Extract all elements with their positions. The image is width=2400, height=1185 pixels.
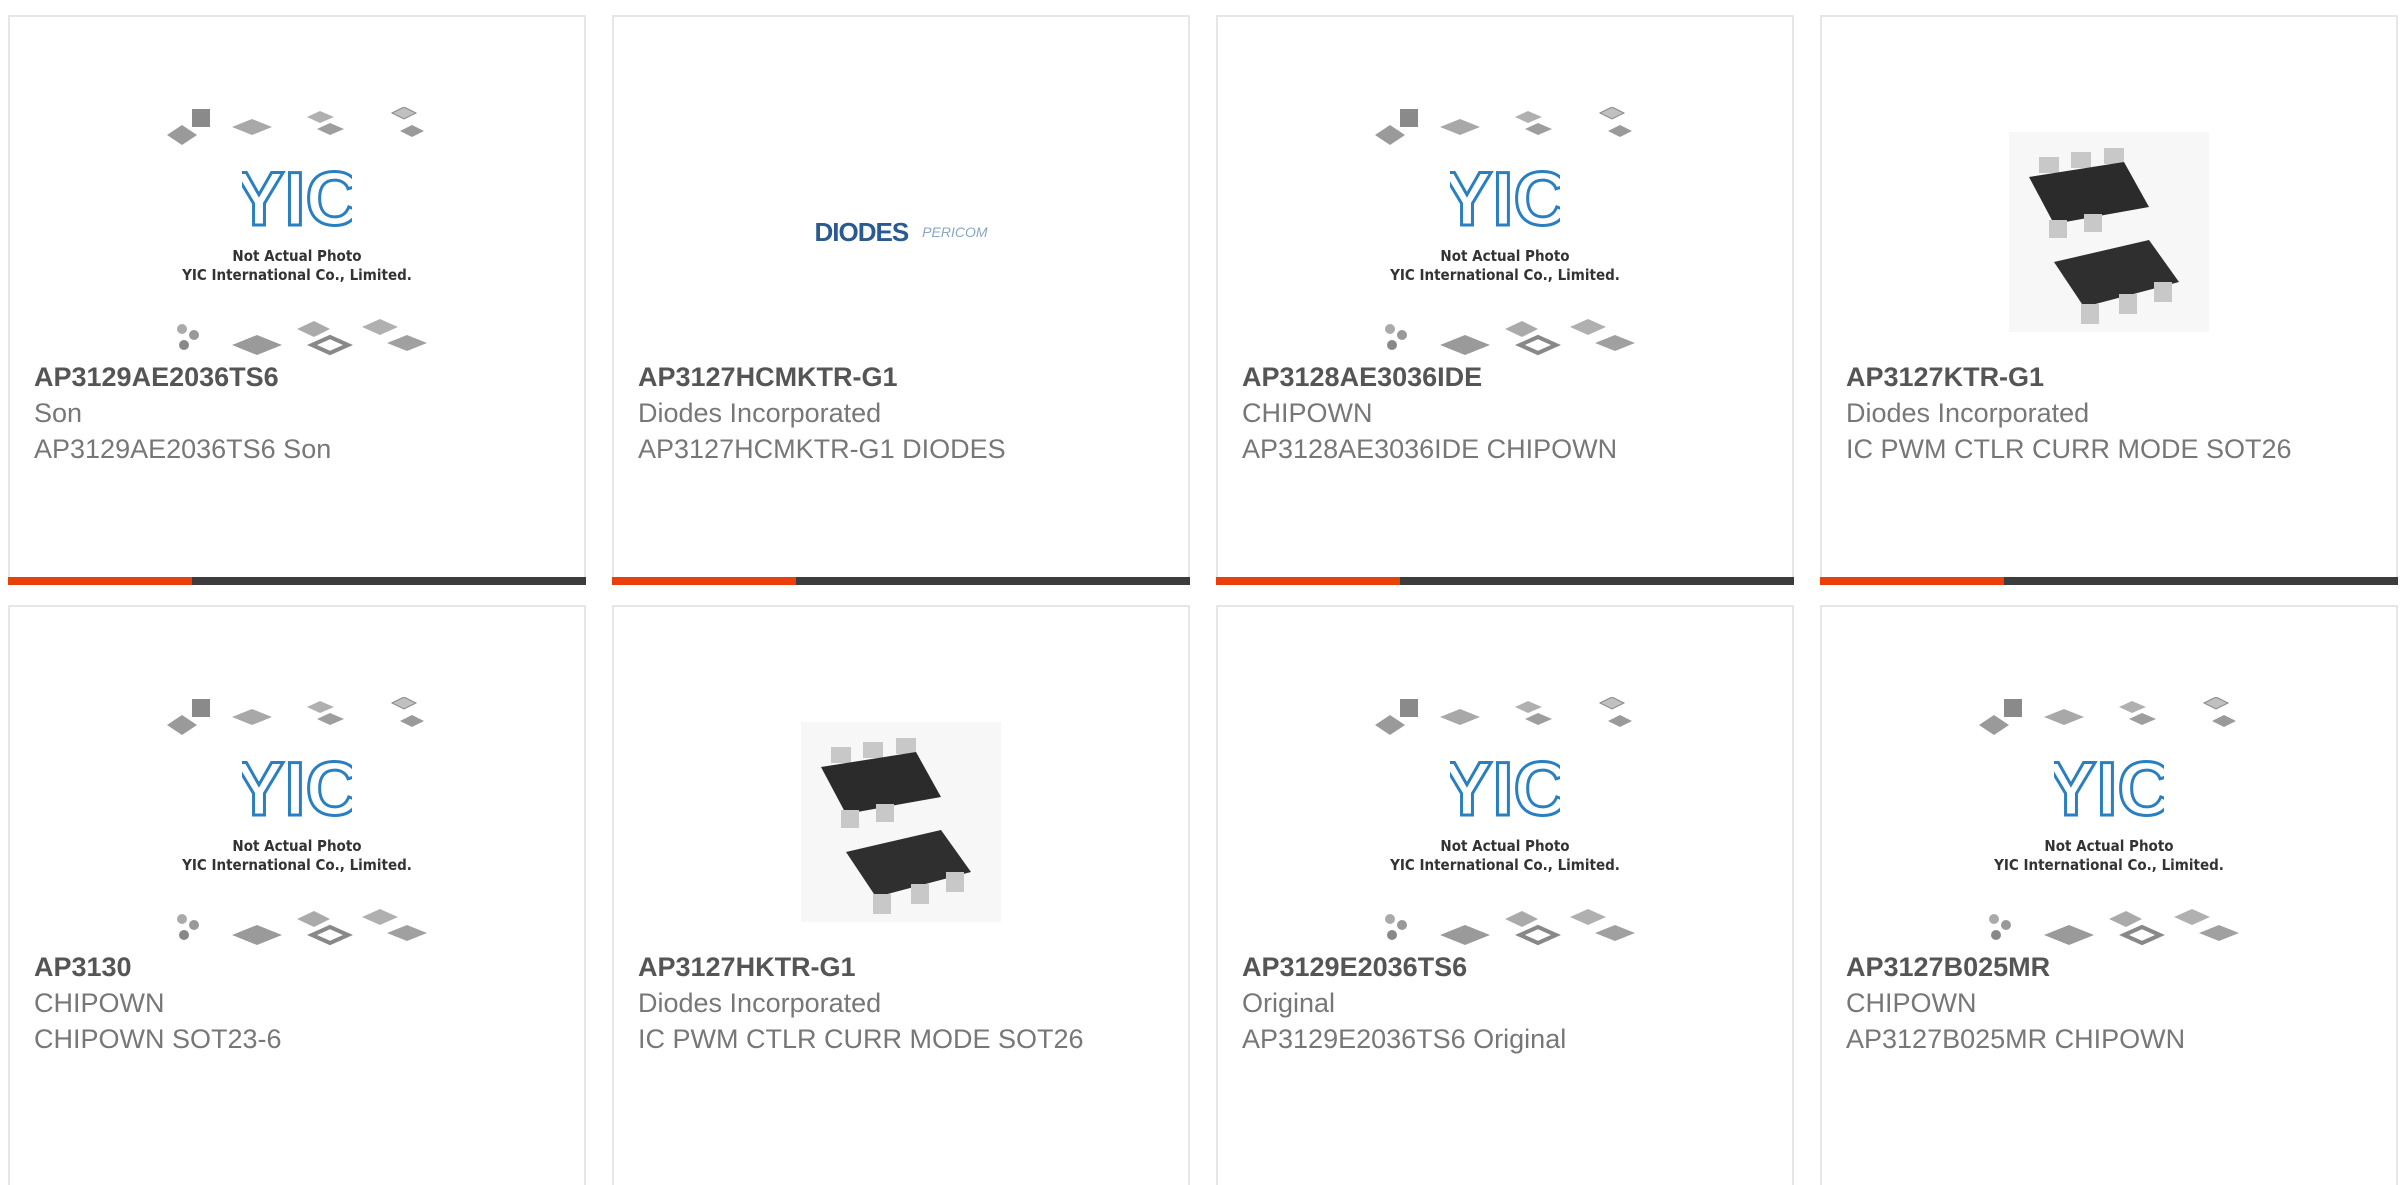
part-number[interactable]: AP3129E2036TS6 — [1242, 949, 1768, 985]
placeholder-image: YIC Not Actual Photo YIC International C… — [1370, 697, 1640, 947]
diodes-logo: DIODES PERICOM — [814, 216, 988, 247]
sot26-chip-photo — [2009, 132, 2209, 332]
placeholder-caption: Not Actual Photo YIC International Co., … — [182, 837, 412, 874]
placeholder-image: YIC Not Actual Photo YIC International C… — [162, 107, 432, 357]
svg-text:YIC: YIC — [242, 747, 352, 827]
svg-text:YIC: YIC — [1450, 157, 1560, 237]
product-card[interactable]: DIODES PERICOM AP3127HCMKTR-G1 Diodes In… — [612, 15, 1190, 585]
sot26-chip-photo — [801, 722, 1001, 922]
placeholder-image: YIC Not Actual Photo YIC International C… — [162, 697, 432, 947]
card-accent — [8, 577, 192, 585]
card-accent — [1216, 577, 1400, 585]
yic-logo: YIC — [162, 746, 432, 834]
description: AP3127HCMKTR-G1 DIODES — [638, 434, 1006, 464]
card-bottom-bar — [1216, 577, 1794, 585]
placeholder-image: YIC Not Actual Photo YIC International C… — [1974, 697, 2244, 947]
yic-logo: YIC — [1370, 156, 1640, 244]
description: AP3128AE3036IDE CHIPOWN — [1242, 434, 1618, 464]
product-card[interactable]: YIC Not Actual Photo YIC International C… — [1820, 605, 2398, 1185]
card-bottom-bar — [1820, 577, 2398, 585]
manufacturer: Original — [1242, 988, 1336, 1018]
product-card[interactable]: YIC Not Actual Photo YIC International C… — [1216, 15, 1794, 585]
part-number[interactable]: AP3127B025MR — [1846, 949, 2372, 985]
product-image[interactable]: YIC Not Actual Photo YIC International C… — [1218, 97, 1792, 367]
description: AP3129E2036TS6 Original — [1242, 1024, 1567, 1054]
placeholder-caption: Not Actual Photo YIC International Co., … — [1390, 837, 1620, 874]
yic-logo: YIC — [1974, 746, 2244, 834]
chip-packages-icon — [167, 697, 424, 735]
chip-packages-icon — [1989, 909, 2239, 946]
chip-packages-icon — [177, 909, 427, 946]
card-bottom-bar — [8, 577, 586, 585]
part-number[interactable]: AP3127KTR-G1 — [1846, 359, 2372, 395]
svg-text:YIC: YIC — [1450, 747, 1560, 827]
part-number[interactable]: AP3129AE2036TS6 — [34, 359, 560, 395]
card-accent — [1820, 577, 2004, 585]
chip-packages-icon — [1979, 697, 2236, 735]
description: AP3129AE2036TS6 Son — [34, 434, 332, 464]
placeholder-caption: Not Actual Photo YIC International Co., … — [1994, 837, 2224, 874]
part-number[interactable]: AP3127HCMKTR-G1 — [638, 359, 1164, 395]
chip-packages-icon — [167, 107, 424, 145]
placeholder-image: YIC Not Actual Photo YIC International C… — [1370, 107, 1640, 357]
svg-text:YIC: YIC — [2054, 747, 2164, 827]
product-image[interactable]: YIC Not Actual Photo YIC International C… — [1822, 687, 2396, 957]
part-number[interactable]: AP3127HKTR-G1 — [638, 949, 1164, 985]
description: CHIPOWN SOT23-6 — [34, 1024, 282, 1054]
product-card[interactable]: AP3127HKTR-G1 Diodes Incorporated IC PWM… — [612, 605, 1190, 1185]
placeholder-caption: Not Actual Photo YIC International Co., … — [182, 247, 412, 284]
manufacturer: Diodes Incorporated — [1846, 398, 2090, 428]
chip-packages-icon — [1385, 319, 1635, 356]
description: AP3127B025MR CHIPOWN — [1846, 1024, 2186, 1054]
part-number[interactable]: AP3130 — [34, 949, 560, 985]
product-image[interactable]: YIC Not Actual Photo YIC International C… — [10, 687, 584, 957]
part-number[interactable]: AP3128AE3036IDE — [1242, 359, 1768, 395]
product-image[interactable]: DIODES PERICOM — [614, 97, 1188, 367]
product-card[interactable]: YIC Not Actual Photo YIC International C… — [1216, 605, 1794, 1185]
chip-packages-icon — [1375, 107, 1632, 145]
yic-logo: YIC — [1370, 746, 1640, 834]
chip-packages-icon — [177, 319, 427, 356]
product-card[interactable]: AP3127KTR-G1 Diodes Incorporated IC PWM … — [1820, 15, 2398, 585]
product-grid: YIC Not Actual Photo YIC International C… — [0, 0, 2400, 1185]
product-image[interactable]: YIC Not Actual Photo YIC International C… — [10, 97, 584, 367]
description: IC PWM CTLR CURR MODE SOT26 — [1846, 434, 2292, 464]
chip-packages-icon — [1385, 909, 1635, 946]
product-card[interactable]: YIC Not Actual Photo YIC International C… — [8, 605, 586, 1185]
placeholder-caption: Not Actual Photo YIC International Co., … — [1390, 247, 1620, 284]
yic-logo: YIC — [162, 156, 432, 244]
manufacturer: Diodes Incorporated — [638, 988, 882, 1018]
card-accent — [612, 577, 796, 585]
description: IC PWM CTLR CURR MODE SOT26 — [638, 1024, 1084, 1054]
card-bottom-bar — [612, 577, 1190, 585]
svg-text:YIC: YIC — [242, 157, 352, 237]
product-image[interactable]: YIC Not Actual Photo YIC International C… — [1218, 687, 1792, 957]
product-image[interactable] — [614, 687, 1188, 957]
product-card[interactable]: YIC Not Actual Photo YIC International C… — [8, 15, 586, 585]
chip-packages-icon — [1375, 697, 1632, 735]
manufacturer: Son — [34, 398, 83, 428]
manufacturer: CHIPOWN — [1846, 988, 1977, 1018]
manufacturer: CHIPOWN — [34, 988, 165, 1018]
manufacturer: Diodes Incorporated — [638, 398, 882, 428]
product-image[interactable] — [1822, 97, 2396, 367]
manufacturer: CHIPOWN — [1242, 398, 1373, 428]
